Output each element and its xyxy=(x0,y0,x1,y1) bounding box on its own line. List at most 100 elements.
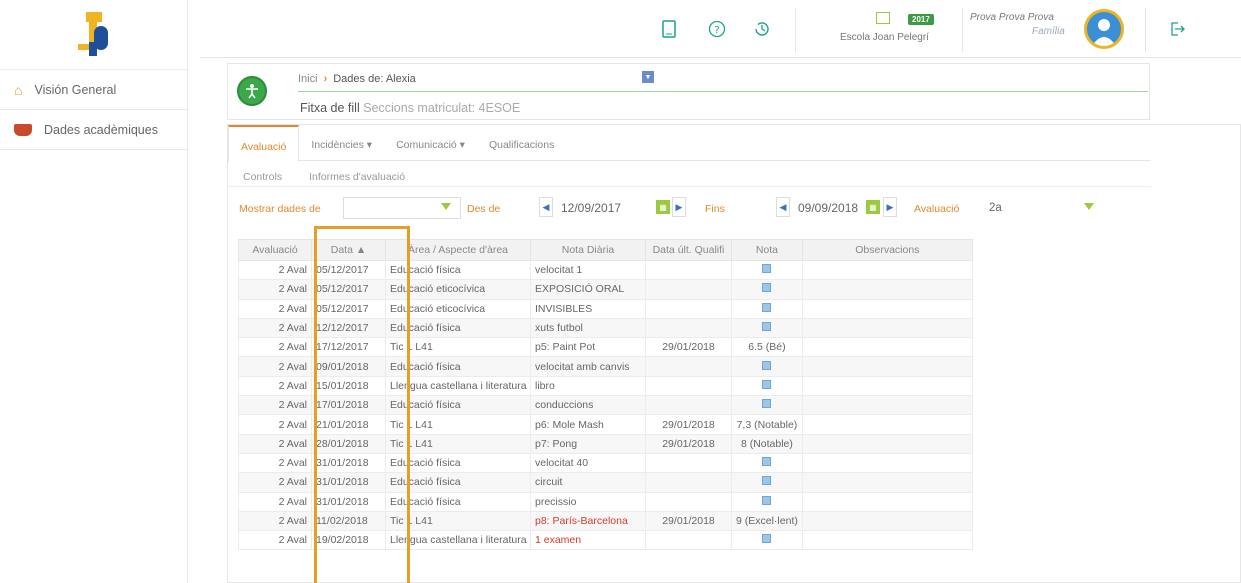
daily-note-cell: xuts futbol xyxy=(530,317,646,339)
evaluation-cell: 2 Aval xyxy=(238,472,312,493)
date-cell: 17/01/2018 xyxy=(311,395,386,416)
observations-cell xyxy=(801,317,973,339)
student-dropdown-icon[interactable]: ▼ xyxy=(642,71,654,83)
last-grade-date-cell xyxy=(645,530,732,551)
column-header[interactable]: Nota xyxy=(731,239,803,261)
column-header[interactable]: Data últ. Qualifi xyxy=(645,239,732,261)
tablet-icon[interactable] xyxy=(660,20,678,38)
grade-cell xyxy=(731,356,803,377)
user-role: Família xyxy=(1032,26,1065,37)
avatar[interactable] xyxy=(1084,9,1124,49)
column-header[interactable]: Àrea / Aspecte d'àrea xyxy=(385,239,531,261)
sidebar-item-vision-general[interactable]: ⌂ Visión General xyxy=(0,70,187,110)
table-row[interactable]: 2 Aval 09/01/2018 Educació física velocitat… xyxy=(238,356,973,377)
logout-icon[interactable] xyxy=(1168,20,1186,38)
table-row[interactable]: 2 Aval 31/01/2018 Educació física circuit xyxy=(238,472,973,493)
table-row[interactable]: 2 Aval 31/01/2018 Educació física velocitat… xyxy=(238,452,973,474)
note-icon[interactable] xyxy=(762,495,772,505)
evaluation-cell: 2 Aval xyxy=(238,279,312,300)
table-row[interactable]: 2 Aval 12/12/2017 Educació física xuts futb… xyxy=(238,317,973,339)
column-header-sorted[interactable]: Data ▲ xyxy=(311,239,386,261)
tab-comunicacio[interactable]: Comunicació ▾ xyxy=(384,125,477,161)
page-title: Fitxa de fill Seccions matriculat: 4ESOE xyxy=(300,101,520,115)
note-icon[interactable] xyxy=(762,360,772,370)
next-date-icon[interactable]: ▶ xyxy=(883,197,897,217)
last-grade-date-cell xyxy=(645,452,732,474)
date-cell: 31/01/2018 xyxy=(311,452,386,474)
daily-note-cell: circuit xyxy=(530,472,646,493)
note-icon[interactable] xyxy=(762,534,772,544)
evaluation-cell: 2 Aval xyxy=(238,433,312,454)
table-row[interactable]: 2 Aval 17/01/2018 Educació física conduccio… xyxy=(238,395,973,416)
note-icon[interactable] xyxy=(762,399,772,409)
help-icon[interactable]: ? xyxy=(708,20,726,38)
last-grade-date-cell: 29/01/2018 xyxy=(645,510,732,532)
app-logo[interactable] xyxy=(0,0,187,70)
breadcrumb-home[interactable]: Inici xyxy=(298,73,318,85)
next-date-icon[interactable]: ▶ xyxy=(672,197,686,217)
history-icon[interactable] xyxy=(753,20,771,38)
area-cell: Educació física xyxy=(385,491,531,512)
user-info[interactable]: Prova Prova Prova Família xyxy=(970,12,1065,37)
column-header[interactable]: Observacions xyxy=(801,239,973,261)
school-building-icon xyxy=(876,12,890,24)
table-row[interactable]: 2 Aval 15/01/2018 Llengua castellana i lit… xyxy=(238,375,973,397)
date-cell: 11/02/2018 xyxy=(311,510,386,532)
subtab-controls[interactable]: Controls xyxy=(228,161,294,186)
daily-note-cell: INVISIBLES xyxy=(530,298,646,319)
daily-note-cell: conduccions xyxy=(530,395,646,416)
evaluation-cell: 2 Aval xyxy=(238,298,312,319)
table-row[interactable]: 2 Aval 05/12/2017 Educació física velocitat… xyxy=(238,259,973,281)
prev-date-icon[interactable]: ◀ xyxy=(776,197,790,217)
grade-cell xyxy=(731,530,803,551)
date-cell: 31/01/2018 xyxy=(311,472,386,493)
sidebar-item-dades-academiques[interactable]: Dades acadèmiques xyxy=(0,110,187,150)
tab-incidencies[interactable]: Incidències ▾ xyxy=(299,125,384,161)
table-row[interactable]: 2 Aval 19/02/2018 Llengua castellana i lit… xyxy=(238,530,973,551)
user-name: Prova Prova Prova xyxy=(970,12,1054,23)
top-header: ? 2017 Escola Joan Pelegrí Prova Prova P… xyxy=(200,0,1241,58)
area-cell: Tic 1 L41 xyxy=(385,414,531,435)
note-icon[interactable] xyxy=(762,302,772,312)
date-cell: 05/12/2017 xyxy=(311,298,386,319)
tab-qualificacions[interactable]: Qualificacions xyxy=(477,125,566,161)
calendar-icon[interactable]: ▦ xyxy=(656,200,670,214)
note-icon[interactable] xyxy=(762,283,772,293)
table-row[interactable]: 2 Aval 11/02/2018 Tic 1 L41 p8: París-Barce… xyxy=(238,510,973,532)
table-row[interactable]: 2 Aval 05/12/2017 Educació eticocívica INVI… xyxy=(238,298,973,319)
area-cell: Educació eticocívica xyxy=(385,298,531,319)
chevron-down-icon[interactable] xyxy=(1084,203,1094,210)
table-row[interactable]: 2 Aval 17/12/2017 Tic 1 L41 p5: Paint Pot 29… xyxy=(238,337,973,358)
date-cell: 21/01/2018 xyxy=(311,414,386,435)
table-row[interactable]: 2 Aval 28/01/2018 Tic 1 L41 p7: Pong 29/01/2… xyxy=(238,433,973,454)
observations-cell xyxy=(801,259,973,281)
date-cell: 28/01/2018 xyxy=(311,433,386,454)
graduation-cap-icon xyxy=(14,123,32,136)
column-header[interactable]: Avaluació xyxy=(238,239,312,261)
note-icon[interactable] xyxy=(762,476,772,486)
subtab-informes[interactable]: Informes d'avaluació xyxy=(294,161,417,186)
grade-cell xyxy=(731,452,803,474)
note-icon[interactable] xyxy=(762,457,772,467)
table-row[interactable]: 2 Aval 31/01/2018 Educació física precissio xyxy=(238,491,973,512)
observations-cell xyxy=(801,395,973,416)
table-row[interactable]: 2 Aval 05/12/2017 Educació eticocívica EXPO… xyxy=(238,279,973,300)
grade-cell xyxy=(731,298,803,319)
header-divider xyxy=(962,8,963,52)
tab-avaluacio[interactable]: Avaluació xyxy=(228,125,300,162)
chevron-down-icon[interactable] xyxy=(441,203,451,210)
note-icon[interactable] xyxy=(762,379,772,389)
table-row[interactable]: 2 Aval 21/01/2018 Tic 1 L41 p6: Mole Mash 29… xyxy=(238,414,973,435)
date-cell: 15/01/2018 xyxy=(311,375,386,397)
date-cell: 19/02/2018 xyxy=(311,530,386,551)
evaluation-cell: 2 Aval xyxy=(238,317,312,339)
note-icon[interactable] xyxy=(762,322,772,332)
note-icon[interactable] xyxy=(762,264,772,274)
prev-date-icon[interactable]: ◀ xyxy=(539,197,553,217)
area-cell: Educació física xyxy=(385,472,531,493)
calendar-icon[interactable]: ▦ xyxy=(866,200,880,214)
daily-note-cell: p7: Pong xyxy=(530,433,646,454)
header-divider xyxy=(1145,8,1146,52)
daily-note-cell: p6: Mole Mash xyxy=(530,414,646,435)
column-header[interactable]: Nota Diària xyxy=(530,239,646,261)
